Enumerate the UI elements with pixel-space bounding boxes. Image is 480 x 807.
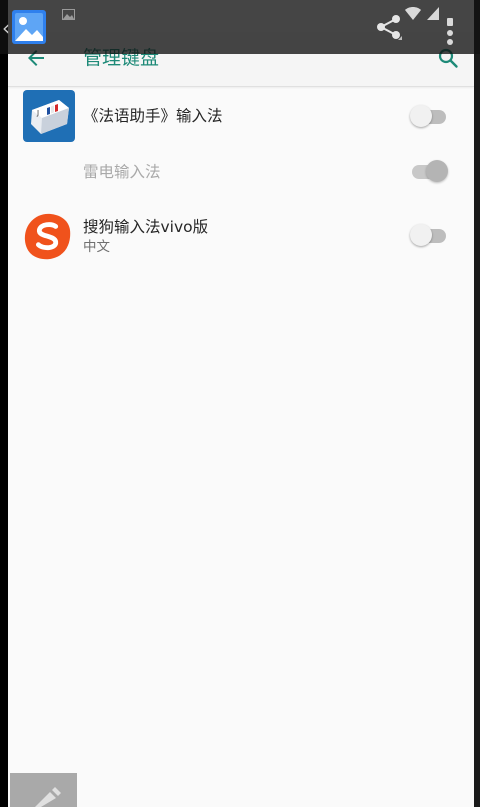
signal-icon	[427, 6, 439, 20]
svg-text:J: J	[36, 109, 39, 117]
keyboard-toggle-leidian	[412, 160, 448, 184]
pencil-icon	[35, 787, 61, 807]
status-icons	[405, 6, 439, 20]
toggle-thumb	[410, 224, 432, 246]
keyboard-label: 雷电输入法	[83, 163, 161, 181]
screen: 管理键盘 J 《法语助手》输入法 雷电输入法 搜狗输入法vivo版 中文 ‹	[0, 0, 480, 807]
keyboard-subtitle: 中文	[83, 239, 110, 255]
sogou-s-icon	[24, 213, 71, 260]
keyboard-row-fayu[interactable]: J 《法语助手》输入法	[8, 88, 474, 144]
edit-button[interactable]	[10, 773, 77, 807]
toggle-thumb	[410, 105, 432, 127]
chevron-left-icon[interactable]: ‹	[2, 18, 10, 38]
keyboard-toggle-sogou[interactable]	[410, 224, 448, 248]
toggle-thumb	[426, 160, 448, 182]
share-icon[interactable]	[376, 14, 402, 42]
wifi-icon	[405, 6, 421, 20]
keyboard-row-leidian: 雷电输入法	[8, 148, 474, 196]
viewer-top-bar: ‹	[0, 0, 480, 54]
keyboard-label: 《法语助手》输入法	[83, 107, 223, 125]
settings-app: 管理键盘 J 《法语助手》输入法 雷电输入法 搜狗输入法vivo版 中文	[8, 0, 474, 807]
keyboard-label: 搜狗输入法vivo版	[83, 218, 209, 236]
keyboard-row-sogou[interactable]: 搜狗输入法vivo版 中文	[8, 208, 474, 268]
fayu-keyboard-icon: J	[23, 90, 75, 142]
keyboard-toggle-fayu[interactable]	[410, 105, 448, 129]
gallery-image-icon[interactable]	[12, 10, 46, 44]
notification-image-icon	[62, 9, 75, 20]
screen-edge	[474, 0, 480, 807]
more-vert-icon[interactable]	[444, 18, 456, 48]
